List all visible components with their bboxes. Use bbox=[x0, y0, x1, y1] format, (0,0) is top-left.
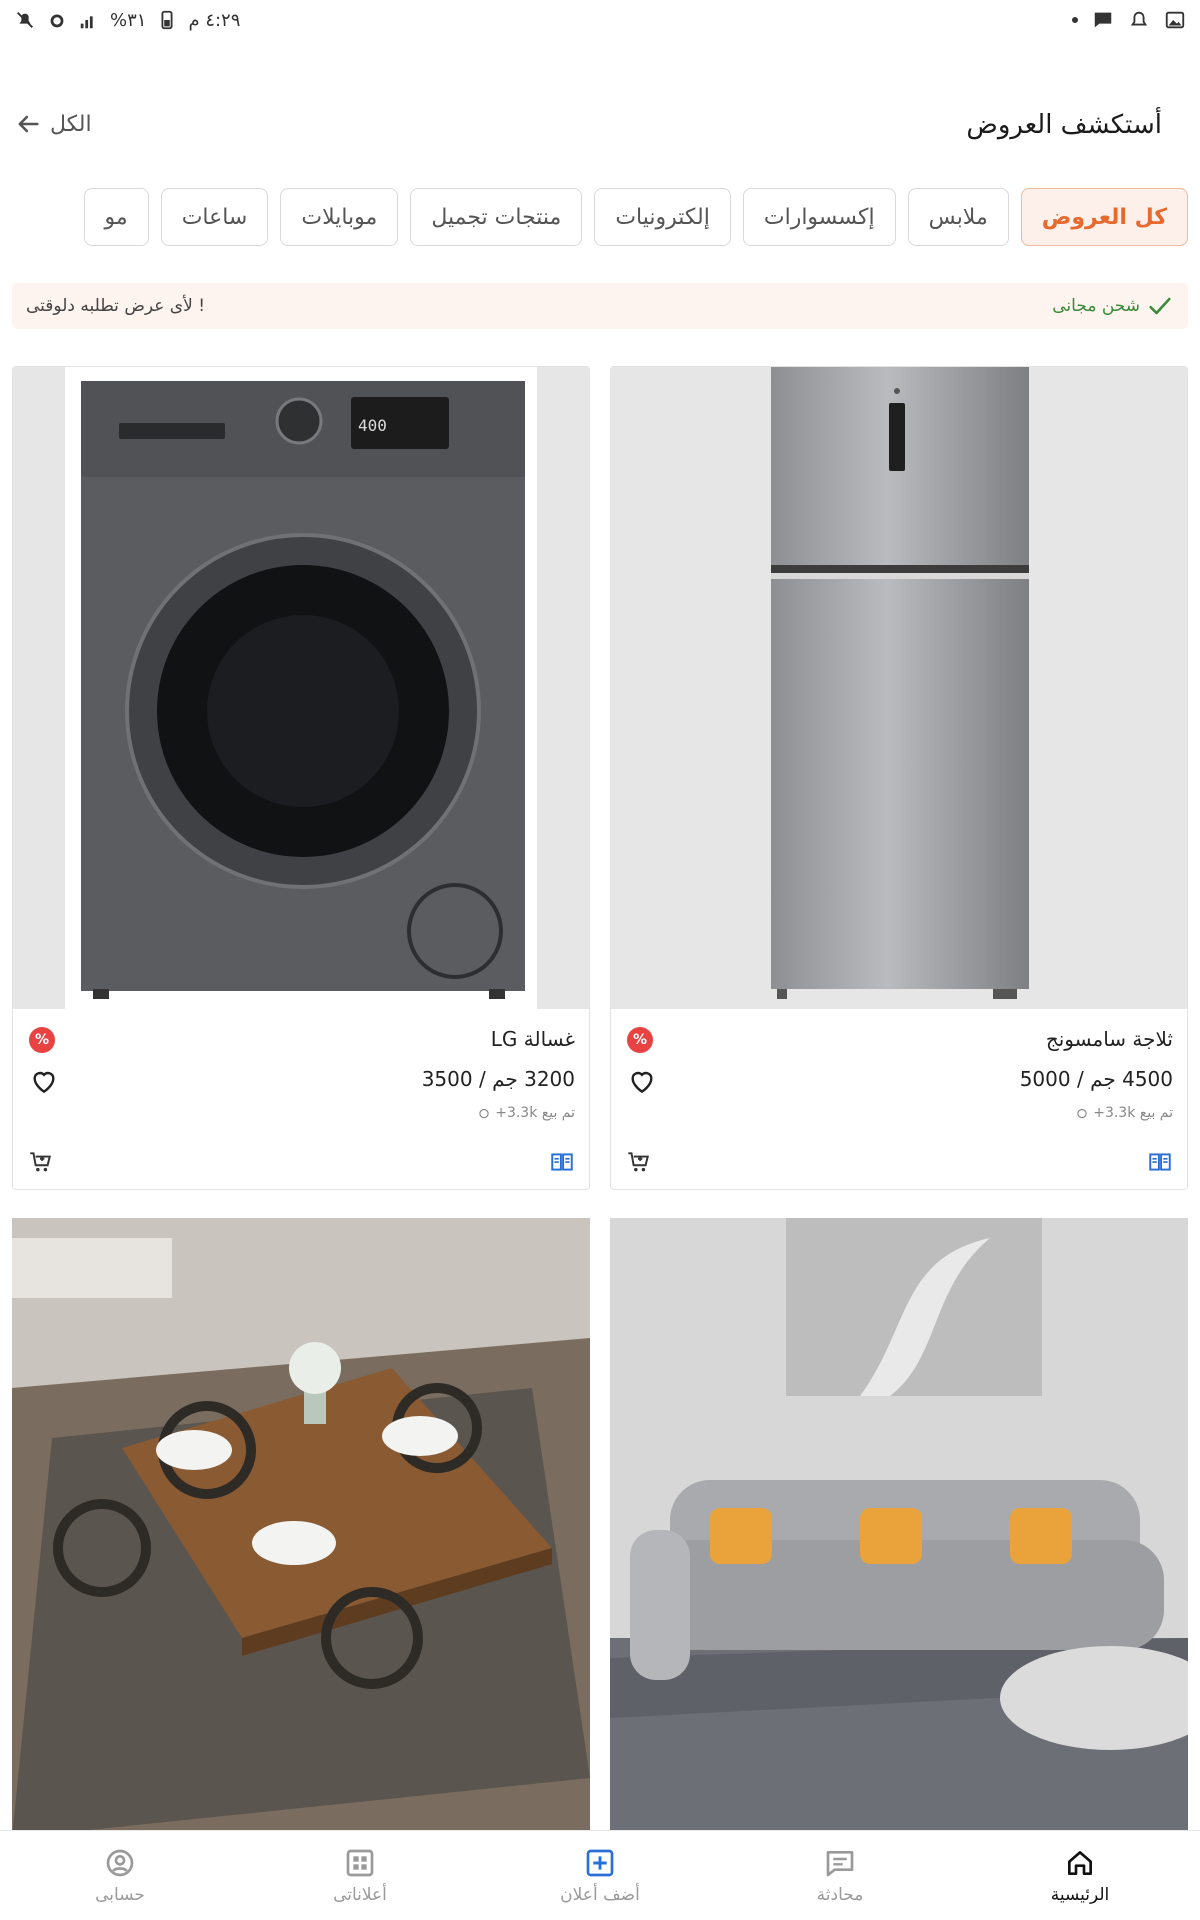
product-price: 4500 جم / 5000 bbox=[1019, 1067, 1173, 1091]
alarm-icon bbox=[50, 14, 64, 28]
bottom-nav: الرئيسية محادثة أضف أعلان أعلاناتى حسابى bbox=[0, 1830, 1200, 1920]
category-chips: كل العروض ملابس إكسسوارات إلكترونيات منت… bbox=[12, 188, 1188, 246]
nav-chat[interactable]: محادثة bbox=[720, 1831, 960, 1920]
compare-icon[interactable] bbox=[549, 1149, 575, 1175]
nav-add-ad-label: أضف أعلان bbox=[560, 1884, 640, 1905]
add-to-cart-icon[interactable] bbox=[27, 1149, 53, 1175]
free-shipping-label: شحن مجانى bbox=[1052, 296, 1140, 316]
add-to-cart-icon[interactable] bbox=[625, 1149, 651, 1175]
washing-machine-illustration: 400 bbox=[13, 367, 589, 1009]
product-sold-label: تم بيع 3.3k+ bbox=[1093, 1105, 1173, 1121]
product-name: غسالة LG bbox=[490, 1027, 575, 1051]
view-all-link[interactable]: الكل bbox=[14, 110, 92, 138]
product-sold: تم بيع 3.3k+ bbox=[1075, 1105, 1173, 1121]
nav-chat-label: محادثة bbox=[816, 1884, 864, 1905]
chip-electronics[interactable]: إلكترونيات bbox=[594, 188, 731, 246]
nav-account[interactable]: حسابى bbox=[0, 1831, 240, 1920]
gallery-icon bbox=[1165, 11, 1185, 29]
product-image-refrigerator[interactable] bbox=[611, 367, 1187, 1009]
status-left: ٤:٢٩ م ٣١% bbox=[14, 9, 240, 31]
fire-icon bbox=[479, 1108, 489, 1119]
grid-icon bbox=[346, 1849, 374, 1876]
fire-icon bbox=[1077, 1108, 1087, 1119]
product-card[interactable]: 400 غسالة LG 3200 جم / 3500 تم بيع 3.3k+… bbox=[12, 366, 590, 1190]
signal-icon bbox=[80, 16, 93, 29]
promo-order-text: لأى عرض تطلبه دلوقتى ! bbox=[26, 296, 206, 316]
nav-home[interactable]: الرئيسية bbox=[960, 1831, 1200, 1920]
view-all-label: الكل bbox=[50, 111, 92, 137]
message-icon bbox=[1094, 12, 1112, 28]
product-card[interactable]: ثلاجة سامسونج 4500 جم / 5000 تم بيع 3.3k… bbox=[610, 366, 1188, 1190]
home-icon bbox=[1068, 1850, 1092, 1875]
sale-badge: % bbox=[627, 1027, 653, 1053]
svg-text:400: 400 bbox=[358, 416, 387, 435]
chip-more[interactable]: مو bbox=[83, 188, 149, 246]
promo-banner: لأى عرض تطلبه دلوقتى ! شحن مجانى bbox=[12, 283, 1188, 329]
compare-icon[interactable] bbox=[1147, 1149, 1173, 1175]
chip-mobiles[interactable]: موبايلات bbox=[280, 188, 399, 246]
mute-icon bbox=[17, 12, 33, 28]
chip-watches[interactable]: ساعات bbox=[160, 188, 269, 246]
sale-badge: % bbox=[29, 1027, 55, 1053]
product-sold-label: تم بيع 3.3k+ bbox=[495, 1105, 575, 1121]
account-icon bbox=[106, 1849, 134, 1876]
product-price: 3200 جم / 3500 bbox=[421, 1067, 575, 1091]
product-image-dining-table[interactable] bbox=[12, 1218, 590, 1838]
page-title: أستكشف العروض bbox=[966, 110, 1162, 140]
check-icon bbox=[1149, 297, 1171, 315]
notification-dot-icon bbox=[1072, 17, 1078, 23]
nav-account-label: حسابى bbox=[95, 1884, 145, 1905]
notification-icon bbox=[1130, 11, 1148, 26]
chat-icon bbox=[826, 1850, 854, 1876]
arrow-left-icon bbox=[18, 115, 39, 133]
favorite-icon[interactable] bbox=[27, 1065, 61, 1097]
product-name: ثلاجة سامسونج bbox=[1045, 1027, 1173, 1051]
nav-my-ads[interactable]: أعلاناتى bbox=[240, 1831, 480, 1920]
free-shipping: شحن مجانى bbox=[1052, 292, 1174, 320]
chip-accessories[interactable]: إكسسوارات bbox=[742, 188, 896, 246]
product-image-sofa[interactable] bbox=[610, 1218, 1188, 1838]
chip-all-offers[interactable]: كل العروض bbox=[1020, 188, 1188, 246]
add-ad-icon bbox=[586, 1849, 614, 1876]
battery-percent: ٣١% bbox=[110, 9, 147, 31]
chip-clothes[interactable]: ملابس bbox=[907, 188, 1009, 246]
status-bar: ٤:٢٩ م ٣١% bbox=[0, 0, 1200, 40]
product-image-washing-machine[interactable]: 400 bbox=[13, 367, 589, 1009]
nav-my-ads-label: أعلاناتى bbox=[333, 1884, 387, 1905]
nav-home-label: الرئيسية bbox=[1050, 1884, 1110, 1905]
product-sold: تم بيع 3.3k+ bbox=[477, 1105, 575, 1121]
product-card[interactable] bbox=[12, 1218, 590, 1838]
header: أستكشف العروض الكل bbox=[0, 110, 1200, 150]
chip-beauty[interactable]: منتجات تجميل bbox=[410, 188, 583, 246]
favorite-icon[interactable] bbox=[625, 1065, 659, 1097]
status-right bbox=[1072, 9, 1186, 31]
refrigerator-illustration bbox=[611, 367, 1187, 1009]
battery-icon bbox=[161, 10, 173, 30]
product-card[interactable] bbox=[610, 1218, 1188, 1838]
nav-add-ad[interactable]: أضف أعلان bbox=[480, 1831, 720, 1920]
status-time: ٤:٢٩ م bbox=[188, 9, 241, 31]
